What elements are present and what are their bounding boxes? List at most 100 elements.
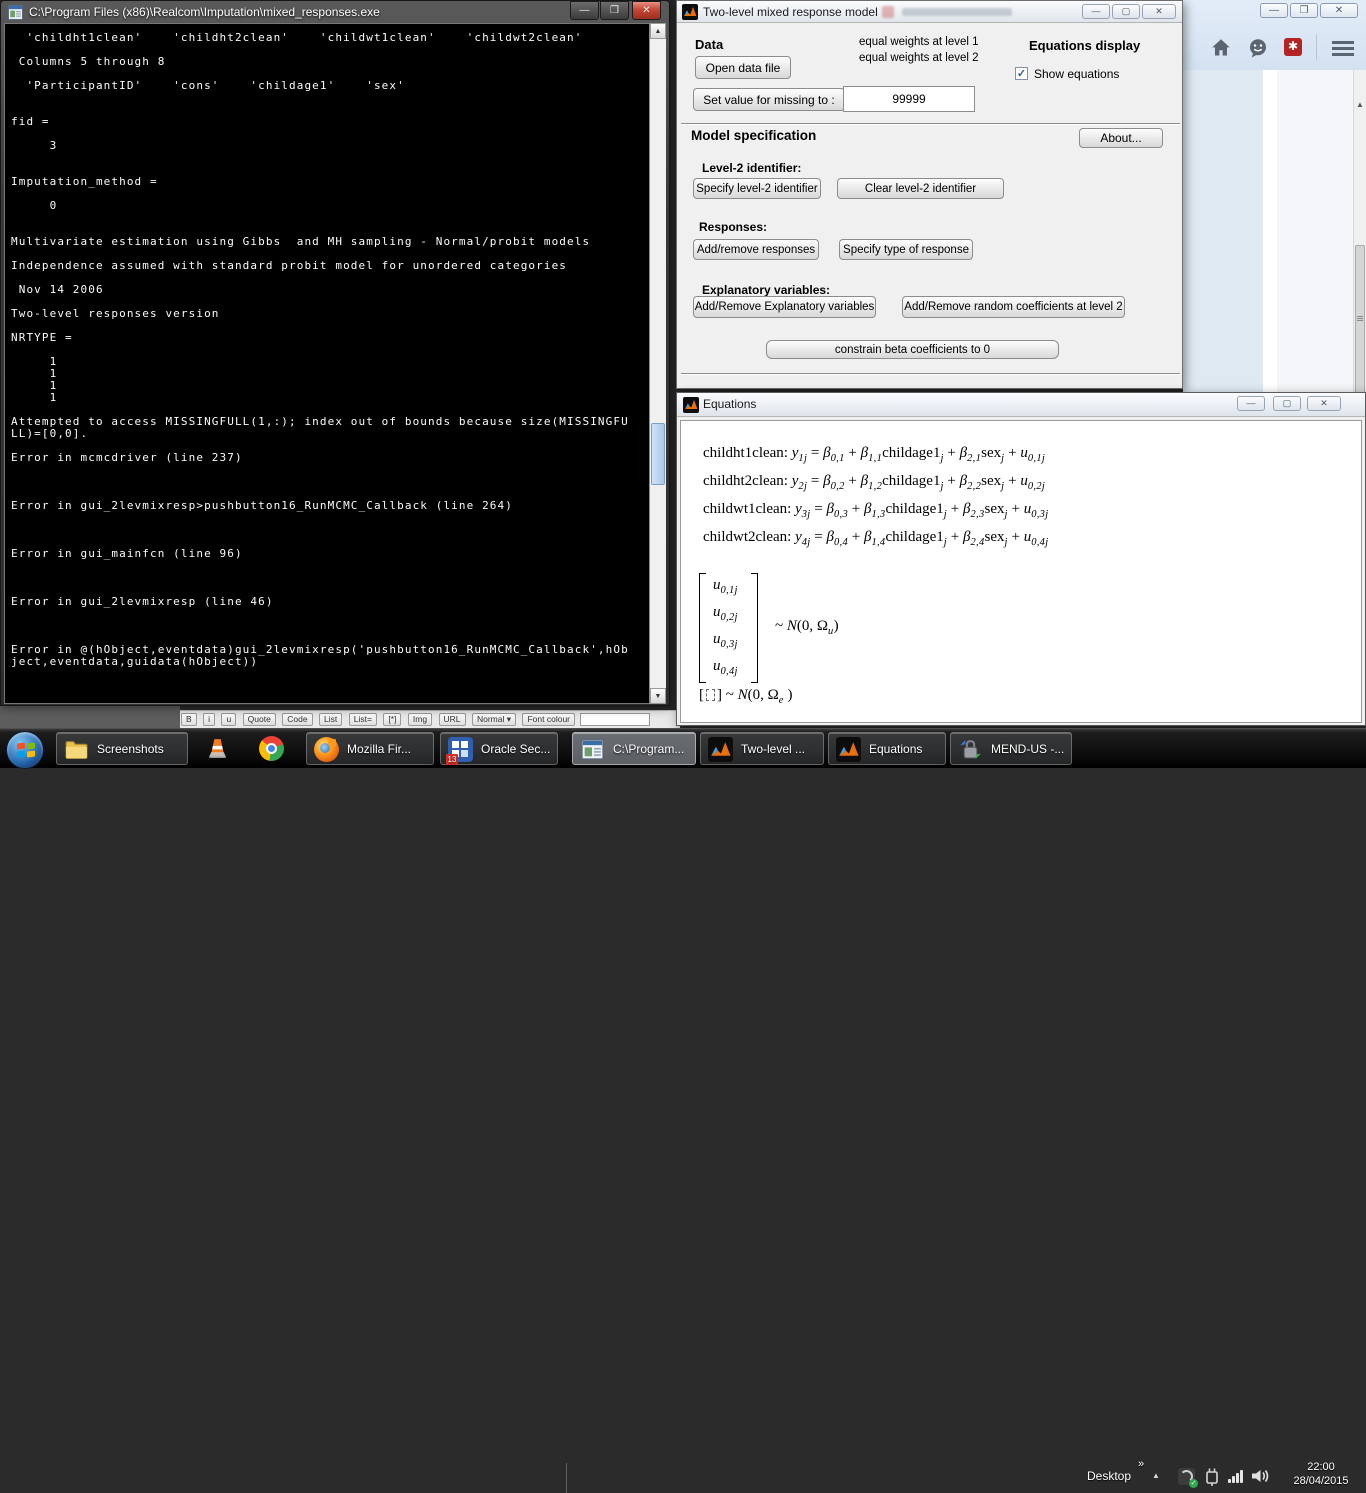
editor-quote-button[interactable]: Quote	[243, 713, 276, 726]
power-plug-tray-icon[interactable]	[1203, 1467, 1221, 1487]
explanatory-variables-heading: Explanatory variables:	[702, 283, 830, 297]
editor-style-dropdown[interactable]: Normal ▾	[472, 713, 516, 726]
editor-italic-button[interactable]: i	[203, 713, 215, 726]
taskbar-button-equations[interactable]: Equations	[828, 732, 946, 765]
taskbar-button-label: Mozilla Fir...	[347, 742, 411, 756]
matlab-icon	[708, 737, 733, 762]
missing-value-field[interactable]	[843, 86, 975, 112]
taskbar-button-screenshots[interactable]: Screenshots	[56, 732, 188, 765]
show-equations-label: Show equations	[1034, 67, 1119, 81]
editor-list-eq-button[interactable]: List=	[349, 713, 377, 726]
specify-response-type-button[interactable]: Specify type of response	[839, 239, 973, 260]
close-icon[interactable]: ✕	[1320, 3, 1358, 18]
clock[interactable]: 22:00 28/04/2015	[1280, 1461, 1362, 1487]
lastpass-icon[interactable]: ✱	[1284, 38, 1302, 56]
editor-code-button[interactable]: Code	[282, 713, 312, 726]
matlab-icon	[682, 4, 698, 20]
firefox-icon	[314, 737, 339, 762]
close-icon[interactable]: ✕	[1307, 396, 1341, 411]
taskbar-button-two-level[interactable]: Two-level ...	[700, 732, 824, 765]
window-title: Two-level mixed response model	[703, 5, 878, 19]
minimize-icon[interactable]: —	[1237, 396, 1265, 411]
taskbar-button-label: Screenshots	[97, 742, 164, 756]
taskbar-button-firefox[interactable]: Mozilla Fir...	[306, 732, 434, 765]
show-equations-checkbox[interactable]: ✓	[1015, 67, 1028, 80]
minimize-icon[interactable]: —	[570, 1, 599, 20]
taskbar-button-label: Oracle Sec...	[481, 742, 550, 756]
maximize-icon[interactable]: ▢	[1112, 4, 1140, 19]
forum-editor-toolbar: B i u Quote Code List List= [*] Img URL …	[180, 710, 680, 728]
sync-tray-icon[interactable]: ✓	[1178, 1468, 1195, 1485]
editor-font-colour-button[interactable]: Font colour	[522, 713, 575, 726]
weights-note-line2: equal weights at level 2	[859, 52, 979, 64]
taskbar-button-mend-us[interactable]: MEND-US -...	[950, 732, 1072, 765]
equation-line: childwt1clean: y3j = β0,3 + β1,3childage…	[703, 501, 1048, 520]
taskbar-button-console[interactable]: C:\Program...	[572, 732, 696, 765]
scroll-up-icon[interactable]: ▲	[1356, 100, 1364, 109]
about-button[interactable]: About...	[1079, 128, 1163, 148]
ghost-tab-smudge	[902, 8, 1012, 16]
scroll-up-icon[interactable]: ▲	[650, 23, 666, 39]
close-icon[interactable]: ✕	[1142, 4, 1176, 19]
add-remove-explanatory-button[interactable]: Add/Remove Explanatory variables	[693, 296, 876, 318]
model-spec-heading: Model specification	[691, 128, 816, 143]
set-missing-value-button[interactable]: Set value for missing to :	[693, 88, 845, 111]
open-data-file-button[interactable]: Open data file	[695, 56, 791, 79]
add-remove-random-coeff-button[interactable]: Add/Remove random coefficients at level …	[902, 296, 1125, 318]
maximize-icon[interactable]: ▢	[1273, 396, 1301, 411]
window-title-bar[interactable]: Equations — ▢ ✕	[677, 393, 1365, 417]
close-icon[interactable]: ✕	[632, 1, 661, 20]
window-title: C:\Program Files (x86)\Realcom\Imputatio…	[29, 5, 380, 19]
editor-bold-button[interactable]: B	[181, 713, 197, 726]
taskbar-button-vlc[interactable]	[192, 732, 244, 765]
vector-entry: u0,2j	[713, 604, 738, 623]
taskbar-button-chrome[interactable]	[246, 732, 298, 765]
editor-text-field[interactable]	[580, 713, 650, 726]
left-bracket	[699, 573, 706, 683]
editor-list-button[interactable]: List	[319, 713, 342, 726]
clear-level2-button[interactable]: Clear level-2 identifier	[837, 178, 1004, 199]
restore-icon[interactable]: ❐	[600, 1, 629, 20]
scrollbar-thumb[interactable]	[651, 423, 665, 485]
console-app-icon	[8, 5, 23, 20]
window-title: Equations	[703, 397, 756, 411]
responses-heading: Responses:	[699, 220, 767, 234]
menu-hamburger-icon[interactable]	[1332, 41, 1354, 56]
section-divider	[681, 123, 1180, 125]
constrain-beta-button[interactable]: constrain beta coefficients to 0	[766, 340, 1059, 359]
u-vector: u0,1j u0,2j u0,3j u0,4j	[699, 573, 769, 685]
scrollbar-thumb[interactable]	[1355, 245, 1365, 395]
editor-img-button[interactable]: Img	[408, 713, 432, 726]
e-distribution: [] ~ N(0, Ωe )	[699, 687, 793, 706]
toolbar-separator	[1316, 34, 1317, 60]
taskbar-button-oracle[interactable]: 13 Oracle Sec...	[440, 732, 558, 765]
console-output-text: 'childht1clean' 'childht2clean' 'childwt…	[11, 32, 629, 668]
feedback-smiley-icon[interactable]	[1248, 38, 1268, 58]
chrome-icon	[259, 736, 284, 761]
equation-line: childht2clean: y2j = β0,2 + β1,2childage…	[703, 473, 1045, 492]
dialog-title-bar[interactable]: Two-level mixed response model — ▢ ✕	[677, 1, 1182, 23]
console-scrollbar[interactable]: ▲ ▼	[649, 23, 666, 704]
volume-speaker-icon[interactable]	[1250, 1467, 1270, 1485]
minimize-icon[interactable]: —	[1260, 3, 1288, 18]
specify-level2-button[interactable]: Specify level-2 identifier	[693, 178, 821, 199]
equation-line: childht1clean: y1j = β0,1 + β1,1childage…	[703, 445, 1045, 464]
editor-url-button[interactable]: URL	[439, 713, 466, 726]
lock-sync-icon	[958, 737, 983, 762]
scroll-down-icon[interactable]: ▼	[650, 688, 666, 704]
add-remove-responses-button[interactable]: Add/remove responses	[693, 239, 819, 260]
desktop-toolbar-label[interactable]: Desktop	[1087, 1469, 1131, 1483]
show-hidden-icons-button[interactable]: ▲	[1152, 1471, 1160, 1480]
oracle-grid-icon: 13	[448, 737, 473, 762]
chevron-expand-icon[interactable]: »	[1138, 1458, 1144, 1470]
editor-underline-button[interactable]: u	[221, 713, 236, 726]
restore-icon[interactable]: ❐	[1290, 3, 1318, 18]
minimize-icon[interactable]: —	[1082, 4, 1110, 19]
matlab-icon	[683, 397, 699, 413]
editor-asterisk-button[interactable]: [*]	[383, 713, 401, 726]
taskbar-button-label: Equations	[869, 742, 922, 756]
start-button[interactable]	[6, 731, 44, 769]
network-signal-icon[interactable]	[1228, 1469, 1244, 1483]
home-icon[interactable]	[1211, 38, 1231, 58]
console-output-area[interactable]: 'childht1clean' 'childht2clean' 'childwt…	[4, 23, 651, 704]
